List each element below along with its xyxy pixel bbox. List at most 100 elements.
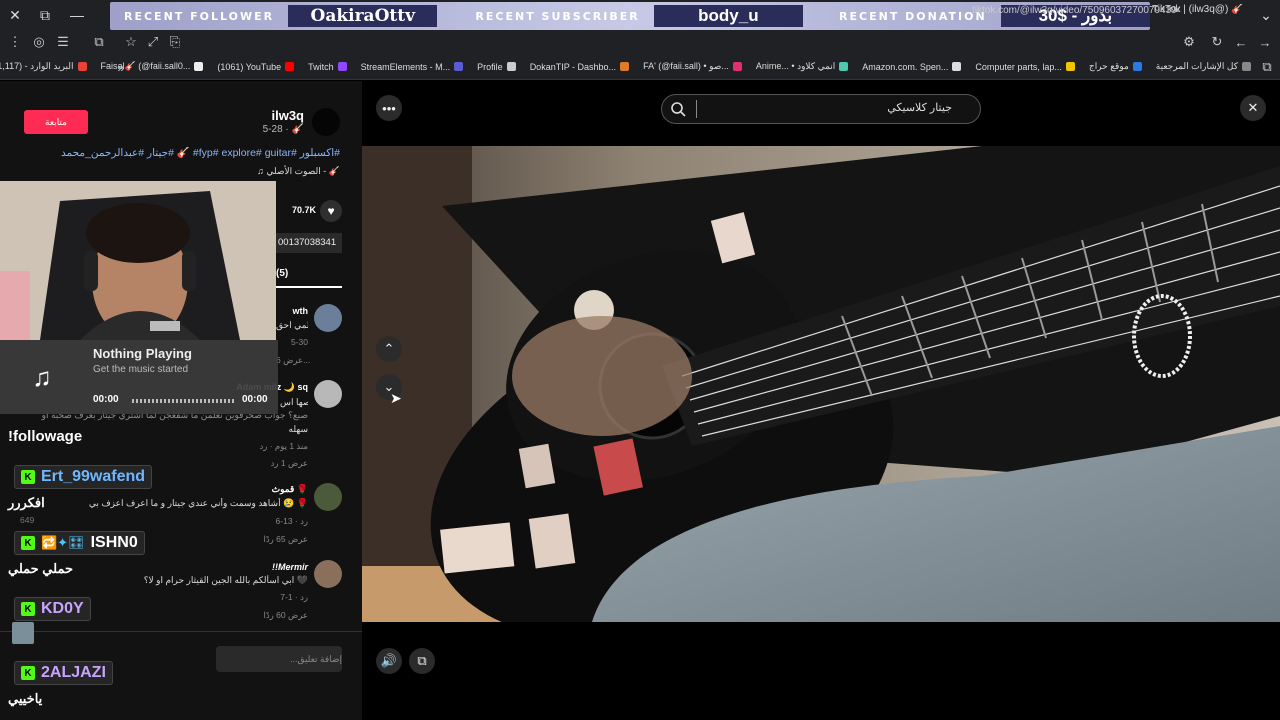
bookmark-item[interactable]: Computer parts, lap... bbox=[968, 62, 1082, 72]
chat-stat: 649 bbox=[20, 515, 35, 525]
music-note-icon: ♫ bbox=[32, 361, 52, 392]
music-time-start: 00:00 bbox=[93, 394, 119, 405]
bookmark-item[interactable]: DokanTIP - Dashbo... bbox=[523, 62, 636, 72]
bookmark-item[interactable]: StreamElements - M... bbox=[354, 62, 471, 72]
bookmark-item[interactable]: Amazon.com. Spen... bbox=[855, 62, 968, 72]
back-icon[interactable]: ← bbox=[1230, 30, 1252, 54]
bookmark-label: (1061) YouTube bbox=[217, 61, 282, 72]
comment-avatar[interactable] bbox=[314, 304, 342, 332]
bookmark-favicon-icon bbox=[506, 62, 516, 71]
chat-username: ISHN0 bbox=[90, 534, 138, 551]
view-replies-link[interactable]: عرض 6... bbox=[276, 355, 310, 366]
bookmark-item[interactable]: Profile bbox=[470, 62, 523, 72]
extensions-icon[interactable]: ⧉ bbox=[88, 30, 110, 54]
bookmarks-folder-icon[interactable]: ⧉ bbox=[1256, 54, 1278, 80]
comment-avatar[interactable] bbox=[314, 560, 342, 588]
view-replies-link[interactable]: عرض 1 رد bbox=[200, 458, 308, 469]
kick-icon: K bbox=[21, 536, 35, 550]
chat-command: !followage bbox=[8, 428, 83, 445]
search-icon[interactable] bbox=[668, 100, 688, 118]
copy-link-field[interactable]: 00137038341 bbox=[276, 233, 342, 253]
like-count: 70.7K bbox=[292, 205, 317, 215]
kick-icon: K bbox=[21, 666, 35, 680]
comment-text: حلمي احق... bbox=[276, 320, 308, 330]
recent-follower-label: RECENT FOLLOWER bbox=[124, 9, 275, 23]
view-replies-link[interactable]: عرض 65 ردًا bbox=[200, 534, 309, 545]
comment-input[interactable]: إضافة تعليق... bbox=[216, 646, 342, 672]
bookmark-favicon-icon bbox=[732, 62, 742, 71]
creator-avatar[interactable] bbox=[312, 108, 340, 136]
restore-window-icon[interactable]: ⧉ bbox=[30, 0, 60, 30]
view-replies-link[interactable]: عرض 60 ردًا bbox=[200, 610, 309, 621]
settings-sliders-icon[interactable]: ☰ bbox=[52, 30, 74, 54]
bookmark-item[interactable]: Twitch bbox=[301, 62, 354, 72]
post-caption[interactable]: #اكسبلور #fyp# explore# guitar# 🎸 #جيتار… bbox=[60, 146, 340, 159]
chat-username: Ert_99wafend bbox=[41, 468, 146, 485]
like-heart-icon[interactable]: ♥ bbox=[320, 200, 342, 222]
streamer-webcam bbox=[0, 181, 276, 340]
music-title: Nothing Playing bbox=[93, 346, 192, 361]
recent-subscriber-value: body_u bbox=[653, 5, 804, 27]
bookmark-favicon-icon bbox=[839, 62, 849, 71]
comment-author[interactable]: قموث 🌹 bbox=[200, 484, 308, 495]
chat-username-badge: K 🔁✦🎛 ISHN0 bbox=[14, 531, 145, 555]
chat-username: KD0Y bbox=[41, 600, 84, 617]
minimize-window-icon[interactable]: — bbox=[62, 0, 92, 30]
url-field[interactable]: tiktok.com/@ilw3q/video/7509603727007943… bbox=[972, 5, 1180, 16]
picture-in-picture-icon[interactable]: ⧉ bbox=[409, 648, 435, 674]
site-info-icon[interactable]: ⚙ bbox=[1178, 30, 1200, 54]
bookmark-item[interactable]: موقع حراج bbox=[1082, 61, 1149, 72]
bookmark-favicon-icon bbox=[454, 62, 464, 71]
divider bbox=[0, 631, 362, 632]
chat-message: ياخييي bbox=[8, 691, 43, 706]
bookmark-label: Anime... • انمي كلاود bbox=[755, 61, 836, 71]
more-options-icon[interactable]: ••• bbox=[376, 95, 402, 121]
menu-dots-icon[interactable]: ⋮ bbox=[4, 30, 26, 54]
comment-author[interactable]: !!Mermir bbox=[200, 562, 308, 572]
bookmark-item[interactable]: FA' (@faii.sall) • صو... bbox=[636, 61, 749, 72]
chat-username-badge: K Ert_99wafend bbox=[14, 465, 153, 489]
tab-comments[interactable]: (5) bbox=[276, 268, 288, 279]
tab-menu-icon[interactable]: ⌄ bbox=[1252, 0, 1280, 30]
creator-name[interactable]: ilw3q bbox=[238, 108, 304, 123]
post-date: 5-28 · 🎸 bbox=[262, 124, 304, 135]
forward-icon[interactable]: → bbox=[1254, 30, 1276, 54]
comment-text-line3: سهله bbox=[288, 424, 309, 434]
bookmark-star-icon[interactable]: ☆ bbox=[120, 30, 142, 54]
bookmark-item[interactable]: (1061) YouTube bbox=[210, 62, 301, 72]
chat-message: افكررر bbox=[8, 495, 45, 510]
install-app-icon[interactable]: ⎘ bbox=[164, 30, 186, 54]
more-bookmarks-icon[interactable]: » bbox=[110, 54, 132, 80]
comment-text: احصها اس... bbox=[280, 397, 308, 407]
recent-follower-value: OakiraOttv bbox=[288, 5, 438, 27]
bookmark-item[interactable]: Anime... • انمي كلاود bbox=[749, 61, 855, 72]
bookmark-label: Profile bbox=[477, 61, 503, 72]
close-window-icon[interactable]: ✕ bbox=[0, 0, 30, 30]
close-video-icon[interactable]: ✕ bbox=[1240, 95, 1266, 121]
kick-icon: K bbox=[21, 470, 35, 484]
recent-subscriber-label: RECENT SUBSCRIBER bbox=[475, 9, 640, 23]
volume-icon[interactable]: 🔊 bbox=[376, 648, 402, 674]
bookmark-favicon-icon bbox=[337, 62, 347, 71]
previous-video-icon[interactable]: ⌃ bbox=[376, 336, 402, 362]
video-frame[interactable] bbox=[362, 146, 1280, 622]
bookmark-label: Computer parts, lap... bbox=[975, 61, 1062, 72]
bookmark-item[interactable]: كل الإشارات المرجعية bbox=[1149, 61, 1258, 72]
bookmark-label: StreamElements - M... bbox=[360, 61, 451, 72]
comment-avatar[interactable] bbox=[314, 483, 342, 511]
reload-icon[interactable]: ↻ bbox=[1206, 30, 1228, 54]
chat-emote-image bbox=[12, 622, 34, 644]
sound-link[interactable]: 🎸 - الصوت الأصلي ♫ bbox=[160, 166, 340, 177]
comment-meta: 7-1 · رد bbox=[280, 592, 308, 602]
opera-logo-icon[interactable]: ◎ bbox=[28, 30, 50, 54]
music-time-end: 00:00 bbox=[242, 394, 268, 405]
comment-avatar[interactable] bbox=[314, 380, 342, 408]
bookmark-item[interactable]: البريد الوارد - (1,117) bbox=[0, 61, 94, 72]
search-input[interactable]: جيتار كلاسيكي bbox=[700, 101, 952, 114]
tab-underline bbox=[276, 286, 342, 288]
follow-button[interactable]: متابعة bbox=[24, 110, 88, 134]
screenshot-icon[interactable]: ⤢ bbox=[142, 30, 164, 54]
chat-username-badge: K 2ALJAZI bbox=[14, 661, 113, 685]
chat-username-badge: K KD0Y bbox=[14, 597, 91, 621]
bookmark-favicon-icon bbox=[952, 62, 962, 71]
